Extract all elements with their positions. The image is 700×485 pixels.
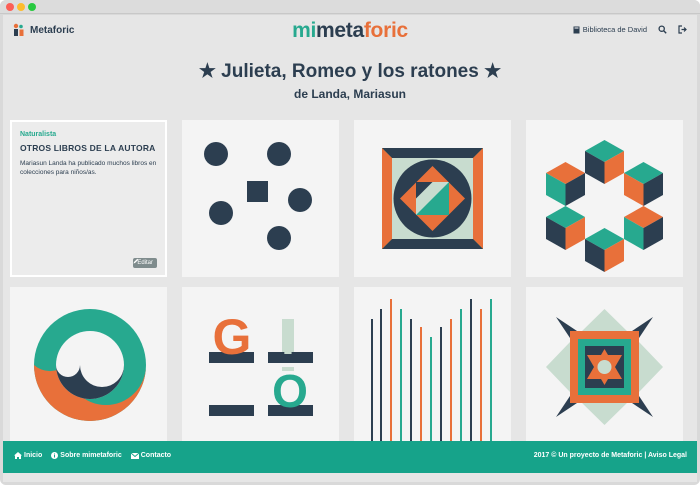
vertical-lines-pattern-icon <box>371 299 492 444</box>
edit-button[interactable]: Editar <box>133 258 157 268</box>
footer-link-contact[interactable]: Contacto <box>130 452 172 459</box>
footer-link-contact-label: Contacto <box>140 452 172 459</box>
star-square-pattern-icon <box>546 309 663 425</box>
book-tile-spiral[interactable] <box>10 287 167 444</box>
footer-link-about-label: Sobre mimetaforic <box>60 452 122 459</box>
book-icon <box>573 26 580 33</box>
library-label: Biblioteca de David <box>582 25 647 34</box>
site-header: Metaforic mimetaforic Biblioteca de Davi… <box>3 15 697 49</box>
site-footer: Inicio Sobre mimetaforic Contacto 2017 ©… <box>3 441 697 473</box>
minimize-window-button[interactable] <box>17 3 25 11</box>
circles-pattern-icon <box>204 142 312 250</box>
letter-o: O <box>272 365 308 417</box>
book-tile-letters[interactable]: G I O <box>182 287 339 444</box>
close-window-button[interactable] <box>6 3 14 11</box>
spiral-pattern-icon <box>34 309 146 421</box>
info-heading: OTROS LIBROS DE LA AUTORA <box>20 143 156 153</box>
window-titlebar <box>0 0 700 14</box>
page: Metaforic mimetaforic Biblioteca de Davi… <box>3 15 697 482</box>
edit-label: Editar <box>137 260 153 266</box>
book-tile-framed-diamond[interactable] <box>354 120 511 277</box>
logo-part-meta: meta <box>316 19 364 42</box>
book-author: de Landa, Mariasun <box>293 87 407 101</box>
footer-copyright[interactable]: 2017 © Un proyecto de Metaforic | Aviso … <box>534 452 687 459</box>
logo-part-foric: foric <box>363 19 408 42</box>
header-right-nav: Biblioteca de David <box>573 25 687 34</box>
info-text: Mariasun Landa ha publicado muchos libro… <box>20 160 157 176</box>
footer-link-about[interactable]: Sobre mimetaforic <box>51 452 122 459</box>
letter-i: I <box>281 309 295 365</box>
envelope-icon <box>130 452 139 459</box>
isometric-cubes-pattern-icon <box>546 140 663 272</box>
book-tile-vertical-lines[interactable] <box>354 287 511 444</box>
book-tile-star-square[interactable] <box>526 287 683 444</box>
book-tile-isometric-cubes[interactable] <box>526 120 683 277</box>
info-icon <box>51 452 59 459</box>
logout-icon[interactable] <box>678 25 687 34</box>
browser-window: Metaforic mimetaforic Biblioteca de Davi… <box>0 0 700 485</box>
home-icon <box>14 452 22 459</box>
book-title: ★ Julieta, Romeo y los ratones ★ <box>198 61 502 82</box>
pencil-icon <box>133 258 139 264</box>
letter-g: G <box>213 309 252 365</box>
book-tile-circles[interactable] <box>182 120 339 277</box>
search-icon[interactable] <box>658 25 667 34</box>
library-link[interactable]: Biblioteca de David <box>573 25 647 34</box>
author-info-card: Naturalista OTROS LIBROS DE LA AUTORA Ma… <box>10 120 167 277</box>
logo-part-mi: mi <box>292 19 317 42</box>
maximize-window-button[interactable] <box>28 3 36 11</box>
book-title-block: ★ Julieta, Romeo y los ratones ★ de Land… <box>3 60 697 101</box>
framed-diamond-pattern-icon <box>382 148 483 249</box>
footer-links: Inicio Sobre mimetaforic Contacto <box>14 452 171 459</box>
footer-link-inicio[interactable]: Inicio <box>14 452 42 459</box>
letters-pattern-icon: G I O <box>209 309 313 417</box>
info-category: Naturalista <box>20 131 57 138</box>
footer-link-inicio-label: Inicio <box>24 452 43 459</box>
